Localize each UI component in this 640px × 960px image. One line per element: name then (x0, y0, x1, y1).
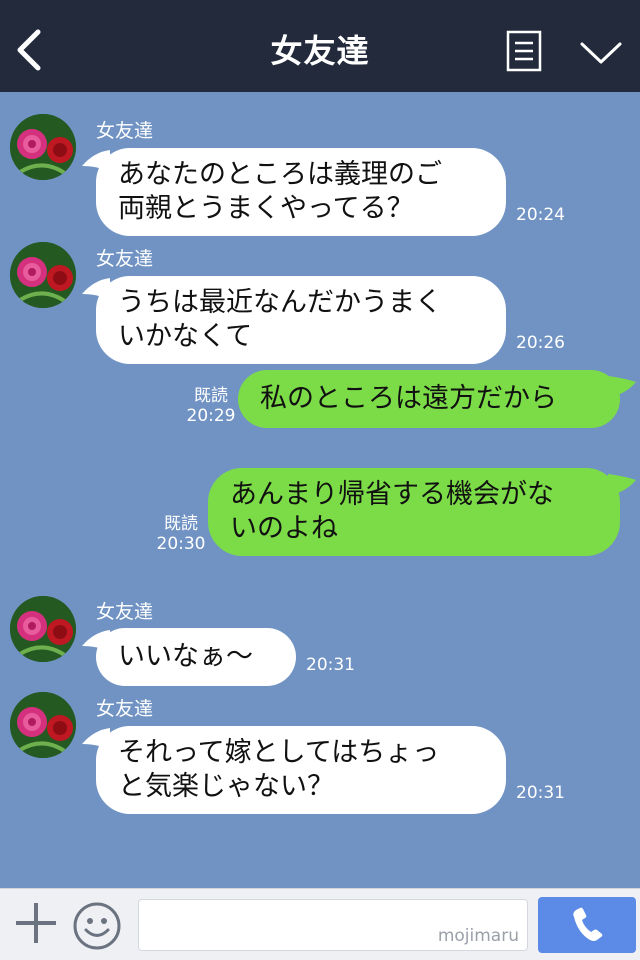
message-line: いいなぁ〜 (118, 641, 253, 672)
message-time: 20:29 (186, 406, 236, 426)
message-bubble[interactable]: いいなぁ〜 (96, 628, 296, 686)
emoji-button[interactable] (72, 901, 122, 951)
message-line: あんまり帰省する機会がな (230, 479, 554, 510)
avatar[interactable] (10, 692, 76, 758)
message-input[interactable]: mojimaru (138, 899, 528, 951)
message-bubble[interactable]: 私のところは遠方だから (238, 370, 620, 428)
message-time: 20:26 (516, 333, 565, 353)
smiley-icon (73, 902, 121, 950)
phone-icon (573, 907, 603, 941)
message-line: それって嫁としてはちょっ (118, 737, 440, 768)
message-time: 20:30 (156, 534, 206, 554)
message-time: 20:24 (516, 205, 565, 225)
header-bar: 女友達 (0, 0, 640, 92)
sender-name: 女友達 (96, 698, 154, 720)
rose-avatar-icon (10, 692, 76, 758)
message-line: あなたのところは義理のご (118, 159, 442, 190)
sender-name: 女友達 (96, 248, 154, 270)
message-bubble[interactable]: あんまり帰省する機会がな いのよね (208, 468, 620, 556)
message-line: うちは最近なんだかうまく (118, 287, 442, 318)
bubble-tail (608, 474, 636, 496)
call-button[interactable] (538, 897, 636, 953)
message-line: と気楽じゃない？ (118, 771, 334, 802)
read-label: 既読 (164, 514, 198, 534)
message-bubble[interactable]: それって嫁としてはちょっ と気楽じゃない？ (96, 726, 506, 814)
rose-avatar-icon (10, 114, 76, 180)
avatar[interactable] (10, 596, 76, 662)
chat-title: 女友達 (270, 32, 370, 70)
message-time: 20:31 (306, 655, 355, 675)
read-receipt: 既読 20:29 (186, 386, 236, 426)
message-bubble[interactable]: うちは最近なんだかうまく いかなくて (96, 276, 506, 364)
chat-screen: 女友達 女友達 あなたのところは義理のご 両親とうまくやってる？ 20:24 女… (0, 0, 640, 960)
plus-icon (16, 903, 56, 943)
sender-name: 女友達 (96, 120, 154, 142)
rose-avatar-icon (10, 596, 76, 662)
add-attachment-button[interactable] (14, 901, 58, 945)
sender-name: 女友達 (96, 601, 154, 623)
read-label: 既読 (194, 386, 228, 406)
memo-icon (506, 30, 542, 72)
message-line: いかなくて (118, 321, 253, 352)
message-line: 両親とうまくやってる？ (118, 193, 414, 224)
message-bubble[interactable]: あなたのところは義理のご 両親とうまくやってる？ (96, 148, 506, 236)
expand-button[interactable] (578, 38, 624, 68)
avatar[interactable] (10, 242, 76, 308)
input-bar: mojimaru (0, 888, 640, 960)
chevron-down-icon (580, 42, 622, 64)
rose-avatar-icon (10, 242, 76, 308)
avatar[interactable] (10, 114, 76, 180)
note-menu-button[interactable] (506, 30, 542, 72)
read-receipt: 既読 20:30 (156, 514, 206, 554)
bubble-tail (608, 376, 636, 398)
message-line: 私のところは遠方だから (260, 383, 557, 414)
watermark-text: mojimaru (437, 926, 519, 946)
message-time: 20:31 (516, 783, 565, 803)
message-line: いのよね (230, 513, 338, 544)
